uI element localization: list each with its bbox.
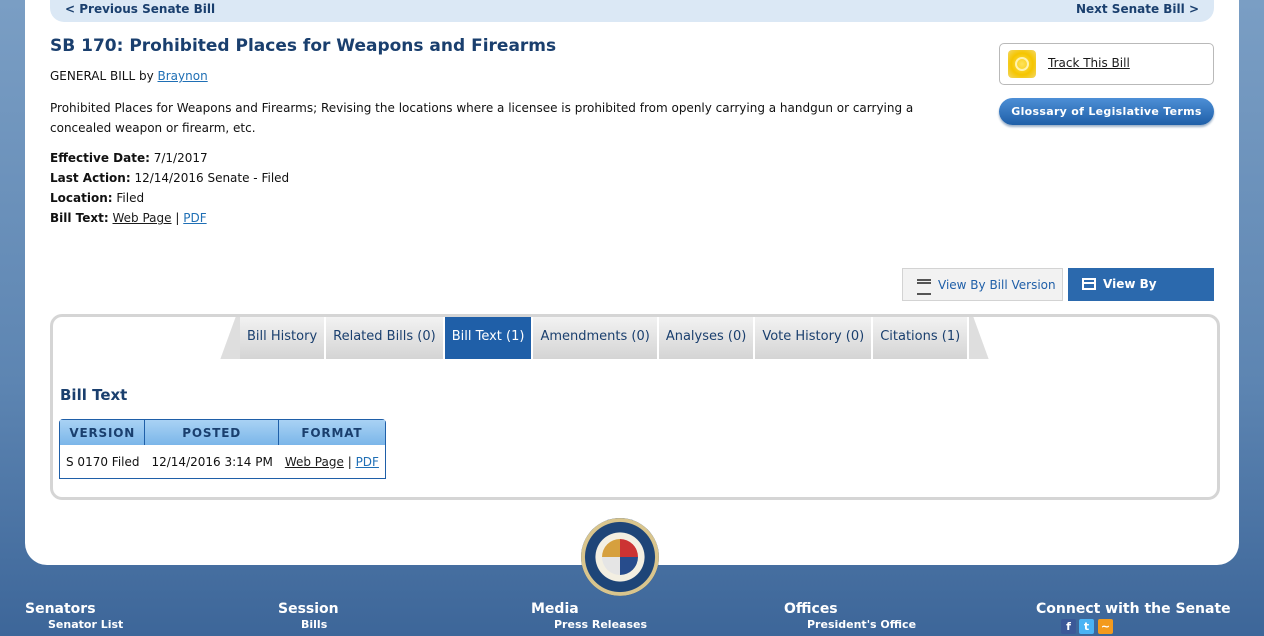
footer-media: Media Press Releases [531,601,647,631]
row-link-separator: | [347,454,352,469]
page-title: SB 170: Prohibited Places for Weapons an… [50,36,557,56]
sun-icon [1008,50,1036,78]
posted-cell: 12/14/2016 3:14 PM [151,454,273,469]
next-bill-link[interactable]: Next Senate Bill > [1076,2,1199,16]
bill-description: Prohibited Places for Weapons and Firear… [50,101,914,135]
format-cell: Web Page | PDF [279,445,385,478]
facebook-icon[interactable]: f [1061,619,1076,634]
footer-session: Session Bills [278,601,339,631]
location-label: Location: [50,191,113,205]
effective-date-value: 7/1/2017 [153,151,208,165]
row-pdf-link[interactable]: PDF [356,455,379,469]
track-this-bill-button[interactable]: Track This Bill [999,43,1214,85]
bill-navigation-bar: < Previous Senate Bill Next Senate Bill … [50,0,1214,22]
footer-offices: Offices President's Office [784,601,916,631]
bill-text-pdf-link[interactable]: PDF [183,211,206,225]
seal-emblem [602,539,638,575]
bill-type-label: GENERAL BILL by [50,69,154,83]
sponsor-link[interactable]: Braynon [158,69,208,83]
version-cell: S 0170 Filed [66,454,140,469]
track-this-bill-label: Track This Bill [1048,56,1130,70]
column-header-format: FORMAT [278,420,385,445]
glossary-button[interactable]: Glossary of Legislative Terms [999,98,1214,125]
bill-tabs-panel: Bill History Related Bills (0) Bill Text… [50,314,1220,500]
location-row: Location: Filed [50,188,289,208]
tab-bar: Bill History Related Bills (0) Bill Text… [240,317,970,359]
rss-icon[interactable]: ∼ [1098,619,1113,634]
footer-press-releases-link[interactable]: Press Releases [554,618,647,631]
link-separator: | [175,211,180,225]
table-row: S 0170 Filed 12/14/2016 3:14 PM Web Page… [60,445,385,478]
tab-related-bills[interactable]: Related Bills (0) [326,317,445,359]
last-action-label: Last Action: [50,171,131,185]
footer-media-heading[interactable]: Media [531,601,647,617]
location-value: Filed [116,191,145,205]
list-icon [917,279,931,295]
bill-text-web-page-link[interactable]: Web Page [113,211,172,225]
footer-presidents-office-link[interactable]: President's Office [807,618,916,631]
footer-offices-heading[interactable]: Offices [784,601,916,617]
previous-bill-link[interactable]: < Previous Senate Bill [65,2,215,16]
bill-details: Effective Date: 7/1/2017 Last Action: 12… [50,148,289,228]
florida-senate-seal-icon [581,518,659,596]
section-title: Bill Text [60,386,128,404]
tab-analyses[interactable]: Analyses (0) [658,317,756,359]
table-header-row: VERSION POSTED FORMAT [60,420,385,445]
tab-citations[interactable]: Citations (1) [873,317,970,359]
tab-amendments[interactable]: Amendments (0) [533,317,659,359]
footer-senators-heading[interactable]: Senators [25,601,123,617]
footer-bills-link[interactable]: Bills [301,618,339,631]
tab-bill-text[interactable]: Bill Text (1) [444,317,534,359]
tab-bill-history[interactable]: Bill History [240,317,327,359]
bill-text-table: VERSION POSTED FORMAT S 0170 Filed 12/14… [59,419,386,479]
footer-connect: Connect with the Senate [1036,601,1231,617]
view-by-bill-version-label: View By Bill Version [938,278,1056,292]
category-icon [1082,278,1096,290]
last-action-value: 12/14/2016 Senate - Filed [134,171,290,185]
effective-date-label: Effective Date: [50,151,150,165]
column-header-posted: POSTED [145,420,279,445]
footer-connect-heading: Connect with the Senate [1036,601,1231,617]
view-by-category-button[interactable]: View By Category [1068,268,1214,324]
bill-text-row: Bill Text: Web Page | PDF [50,208,289,228]
view-by-bill-version-button[interactable]: View By Bill Version [902,268,1063,301]
bill-text-label: Bill Text: [50,211,109,225]
twitter-icon[interactable]: t [1079,619,1094,634]
footer-senator-list-link[interactable]: Senator List [48,618,123,631]
tab-vote-history[interactable]: Vote History (0) [755,317,874,359]
row-web-page-link[interactable]: Web Page [285,455,344,469]
column-header-version: VERSION [60,420,146,445]
effective-date-row: Effective Date: 7/1/2017 [50,148,289,168]
last-action-row: Last Action: 12/14/2016 Senate - Filed [50,168,289,188]
footer-session-heading[interactable]: Session [278,601,339,617]
footer-senators: Senators Senator List [25,601,123,631]
bill-type: GENERAL BILL by Braynon [50,69,208,83]
